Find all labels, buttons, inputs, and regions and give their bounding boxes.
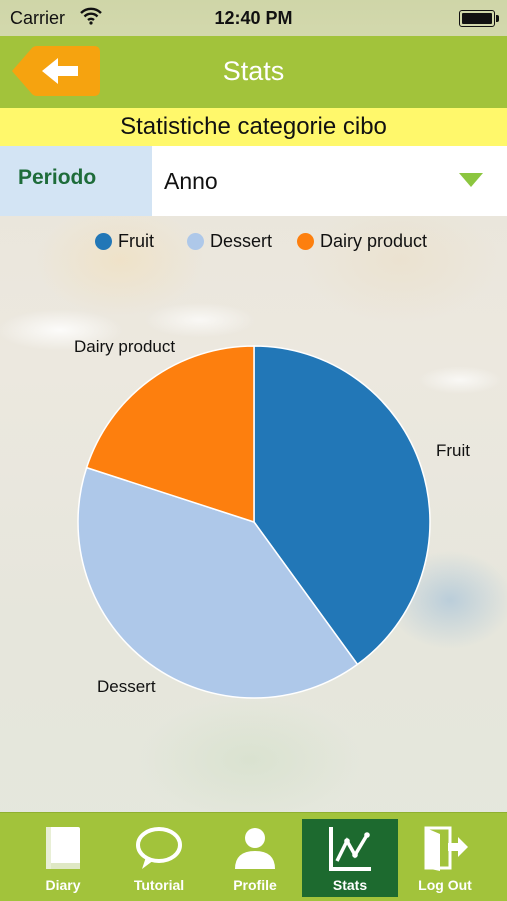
tab-label: Tutorial — [133, 877, 185, 893]
tab-stats[interactable]: Stats — [302, 819, 398, 897]
tab-label: Stats — [332, 877, 368, 893]
legend-label: Fruit — [118, 231, 154, 251]
clock: 12:40 PM — [214, 8, 293, 28]
legend-item-dairy: Dairy product — [297, 228, 427, 254]
tab-profile[interactable]: Profile — [207, 819, 303, 897]
legend-swatch — [187, 233, 204, 250]
tab-label: Profile — [233, 877, 277, 893]
period-selected-value: Anno — [164, 168, 218, 194]
tab-label: Diary — [45, 877, 81, 893]
chart-legend: Fruit Dessert Dairy product — [0, 228, 507, 254]
section-title: Statistiche categorie cibo — [0, 108, 507, 146]
speech-bubble-icon — [136, 827, 182, 869]
legend-label: Dairy product — [320, 231, 428, 251]
chart-icon — [329, 827, 371, 871]
exit-door-icon — [424, 826, 468, 871]
slice-label-dessert: Dessert — [97, 677, 156, 696]
period-label: Periodo — [0, 146, 152, 216]
tab-tutorial[interactable]: Tutorial — [111, 819, 207, 897]
tab-label: Log Out — [418, 877, 472, 893]
period-selector-row: Periodo Anno — [0, 146, 507, 216]
tab-log-out[interactable]: Log Out — [397, 819, 493, 897]
legend-swatch — [95, 233, 112, 250]
person-icon — [235, 828, 275, 869]
status-bar: Carrier 12:40 PM — [0, 0, 507, 36]
book-icon — [46, 827, 80, 869]
legend-item-dessert: Dessert — [187, 228, 272, 254]
tab-diary[interactable]: Diary — [15, 819, 111, 897]
legend-swatch — [297, 233, 314, 250]
battery-icon — [459, 10, 499, 27]
slice-label-fruit: Fruit — [436, 441, 470, 460]
period-dropdown[interactable]: Anno — [152, 146, 507, 216]
dropdown-arrow-icon — [459, 173, 483, 187]
page-title: Stats — [222, 56, 285, 86]
pie-chart: Fruit Dessert Dairy product — [74, 337, 470, 699]
legend-item-fruit: Fruit — [95, 228, 154, 254]
slice-label-dairy-product: Dairy product — [74, 337, 175, 356]
legend-label: Dessert — [210, 231, 273, 251]
navigation-bar: Stats — [0, 36, 507, 108]
tab-bar: Diary Tutorial Profile Stats Log Out — [0, 812, 507, 901]
